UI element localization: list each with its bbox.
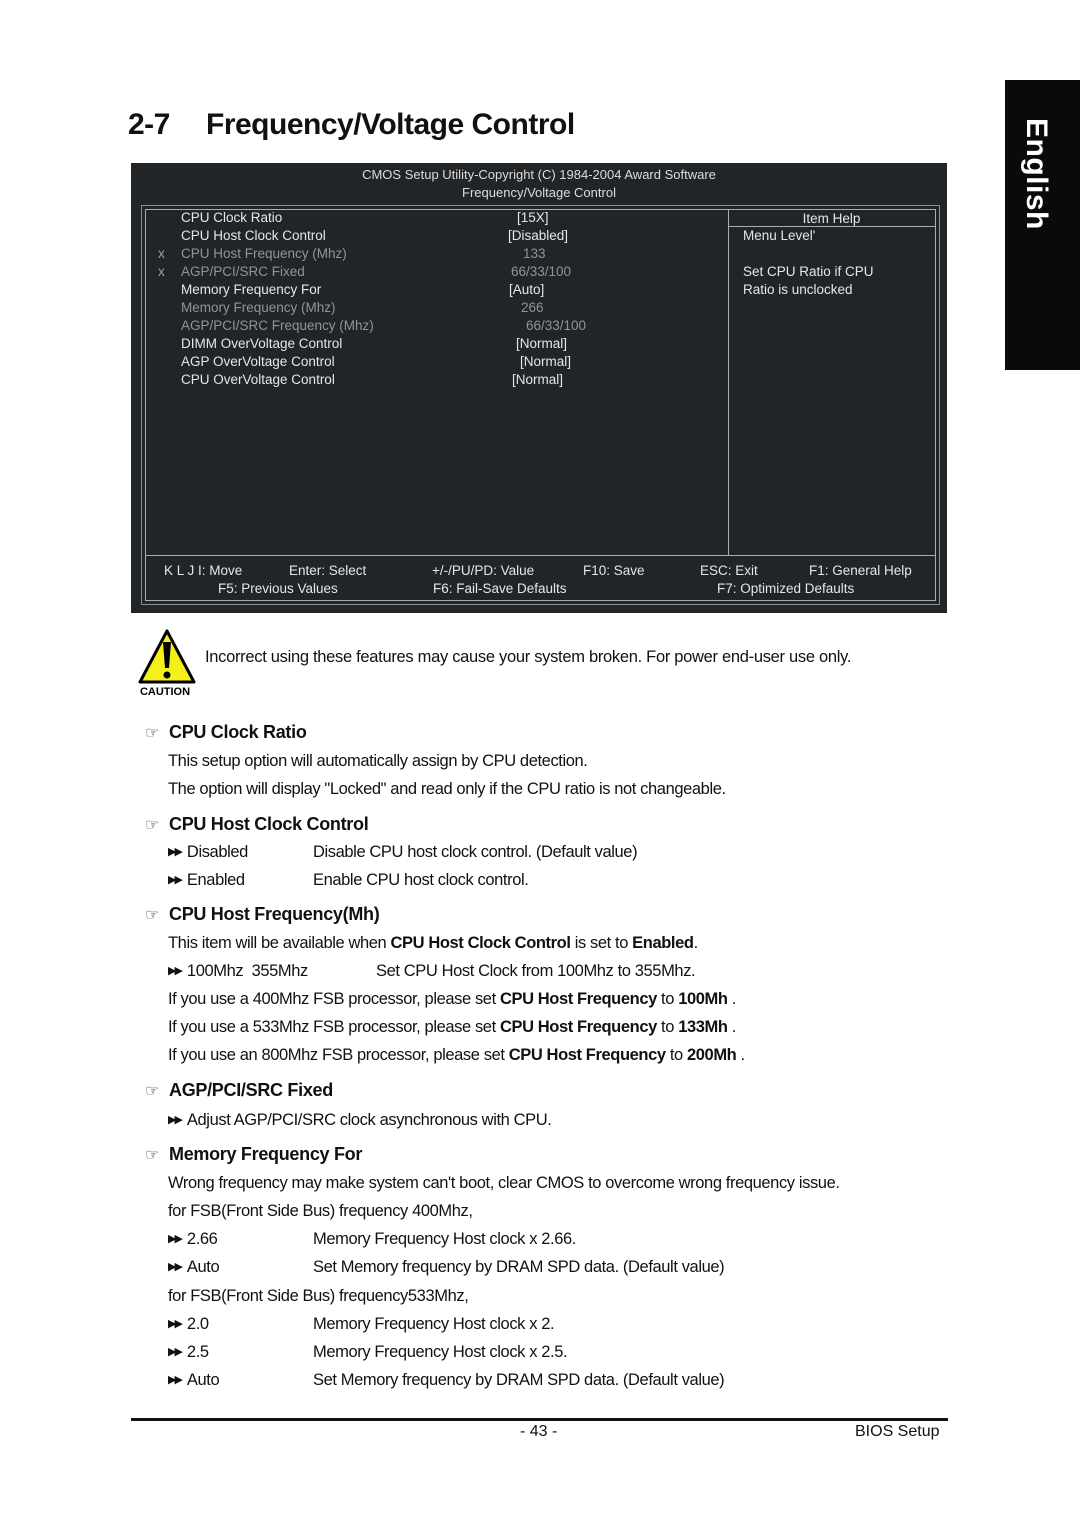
section-memory-frequency-for: ☞ Memory Frequency For (145, 1144, 363, 1164)
option-item: ▶▶ Auto Set Memory frequency by DRAM SPD d… (168, 1371, 725, 1389)
double-arrow-icon: ▶▶ (168, 874, 183, 886)
caution-label: CAUTION (140, 686, 190, 698)
key-hint-exit: ESC: Exit (700, 563, 758, 578)
double-arrow-icon: ▶▶ (168, 846, 183, 858)
key-hint-help: F1: General Help (809, 563, 912, 578)
paragraph: If you use a 533Mhz FSB processor, pleas… (168, 1018, 736, 1036)
double-arrow-icon: ▶▶ (168, 1374, 183, 1386)
section-cpu-host-frequency: ☞ CPU Host Frequency(Mh) (145, 904, 380, 924)
paragraph: for FSB(Front Side Bus) frequency 400Mhz… (168, 1202, 473, 1220)
help-title: Item Help (802, 211, 861, 226)
key-hint-value: +/-/PU/PD: Value (432, 563, 535, 578)
section-number: 2-7 (128, 108, 170, 141)
footer-rule (131, 1418, 948, 1421)
help-menu-level: Menu Level' (743, 228, 816, 243)
help-line: Ratio is unclocked (743, 282, 853, 297)
double-arrow-icon: ▶▶ (168, 1114, 183, 1126)
option-item: ▶▶ 2.5 Memory Frequency Host clock x 2.5. (168, 1343, 568, 1361)
option-item: ▶▶ Disabled Disable CPU host clock control… (168, 843, 638, 861)
pointing-hand-icon: ☞ (145, 1147, 160, 1164)
bios-footer-divider (145, 555, 935, 556)
language-tab-label: English (1020, 118, 1053, 230)
pointing-hand-icon: ☞ (145, 907, 160, 924)
key-hint-move: K L J I: Move (164, 563, 243, 578)
pointing-hand-icon: ☞ (145, 725, 160, 742)
double-arrow-icon: ▶▶ (168, 1233, 183, 1245)
paragraph: for FSB(Front Side Bus) frequency533Mhz, (168, 1287, 469, 1305)
option-item: ▶▶ 2.66 Memory Frequency Host clock x 2.66… (168, 1230, 576, 1248)
option-item: ▶▶ 100Mhz 355Mhz Set CPU Host Clock from 1… (168, 962, 696, 980)
section-title: Frequency/Voltage Control (206, 108, 575, 141)
double-arrow-icon: ▶▶ (168, 1261, 183, 1273)
footer-title: BIOS Setup (855, 1423, 940, 1440)
page-title: 2-7 Frequency/Voltage Control (128, 108, 575, 142)
option-item: ▶▶ Adjust AGP/PCI/SRC clock asynchronous … (168, 1111, 552, 1129)
option-item: ▶▶ 2.0 Memory Frequency Host clock x 2. (168, 1315, 555, 1333)
paragraph: This item will be available when CPU Hos… (168, 934, 698, 952)
paragraph: Wrong frequency may make system can't bo… (168, 1174, 840, 1192)
page-number: - 43 - (520, 1423, 558, 1440)
section-cpu-clock-ratio: ☞ CPU Clock Ratio (145, 722, 307, 742)
bios-header-page: Frequency/Voltage Control (462, 185, 616, 200)
double-arrow-icon: ▶▶ (168, 965, 183, 977)
pointing-hand-icon: ☞ (145, 817, 160, 834)
key-hint-failsafe-defaults: F6: Fail-Save Defaults (433, 581, 567, 596)
option-item: ▶▶ Enabled Enable CPU host clock control. (168, 871, 529, 889)
pointing-hand-icon: ☞ (145, 1083, 160, 1100)
section-cpu-host-clock-control: ☞ CPU Host Clock Control (145, 814, 369, 834)
paragraph: The option will display "Locked" and rea… (168, 780, 726, 798)
bios-header-copyright: CMOS Setup Utility-Copyright (C) 1984-20… (362, 167, 716, 182)
option-item: ▶▶ Auto Set Memory frequency by DRAM SPD d… (168, 1258, 725, 1276)
caution-text: Incorrect using these features may cause… (205, 648, 852, 666)
bios-screen: CMOS Setup Utility-Copyright (C) 1984-20… (131, 163, 947, 613)
double-arrow-icon: ▶▶ (168, 1346, 183, 1358)
language-tab: English (1005, 80, 1080, 370)
key-hint-save: F10: Save (583, 563, 645, 578)
key-hint-select: Enter: Select (289, 563, 367, 578)
help-column-divider (728, 209, 729, 555)
double-arrow-icon: ▶▶ (168, 1318, 183, 1330)
key-hint-previous-values: F5: Previous Values (218, 581, 338, 596)
section-agp-pci-src-fixed: ☞ AGP/PCI/SRC Fixed (145, 1080, 333, 1100)
caution-icon: CAUTION (137, 628, 197, 698)
paragraph: This setup option will automatically ass… (168, 752, 588, 770)
paragraph: If you use an 800Mhz FSB processor, plea… (168, 1046, 745, 1064)
paragraph: If you use a 400Mhz FSB processor, pleas… (168, 990, 736, 1008)
key-hint-optimized-defaults: F7: Optimized Defaults (717, 581, 855, 596)
help-line: Set CPU Ratio if CPU (743, 264, 874, 279)
